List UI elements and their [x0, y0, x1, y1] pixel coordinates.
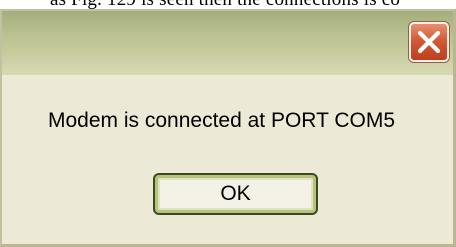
- dialog-message: Modem is connected at PORT COM5: [48, 109, 396, 132]
- close-button[interactable]: [409, 22, 449, 62]
- message-dialog: Modem is connected at PORT COM5 OK: [0, 9, 456, 247]
- dialog-titlebar[interactable]: [2, 11, 453, 75]
- screenshot-page: as Fig. 129 is seen then the connections…: [0, 0, 456, 247]
- close-icon: [417, 30, 441, 54]
- ok-button[interactable]: OK: [153, 173, 318, 215]
